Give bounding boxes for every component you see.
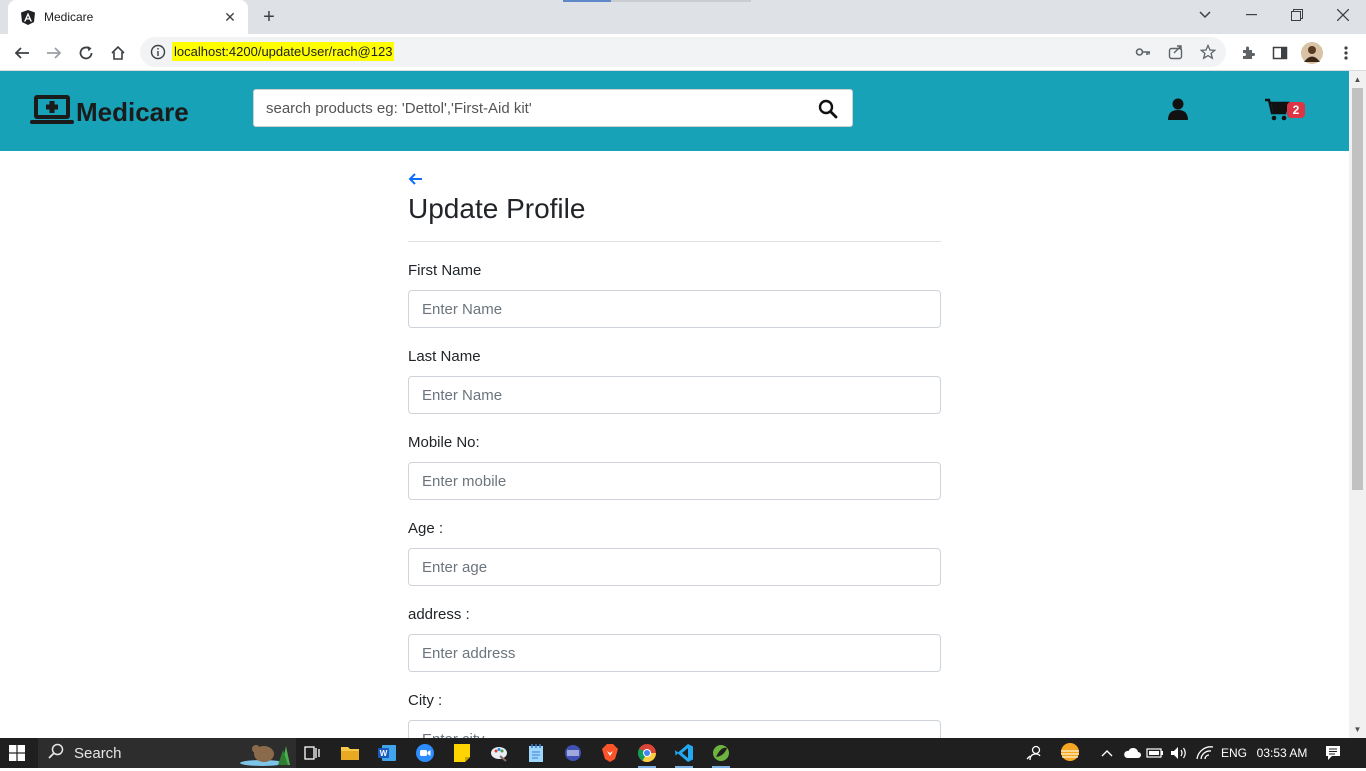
tab-title: Medicare	[44, 10, 94, 24]
arrow-left-icon[interactable]	[408, 171, 424, 187]
brand-logo[interactable]: Medicare	[30, 93, 189, 132]
tab-ghost-indicator	[611, 0, 751, 2]
clock-time[interactable]: 03:53 AM	[1254, 745, 1310, 761]
windows-start-icon[interactable]	[9, 745, 25, 761]
reload-icon[interactable]	[73, 40, 99, 66]
url-text[interactable]: localhost:4200/updateUser/rach@123	[172, 42, 395, 61]
search-highlight-icon	[238, 740, 294, 771]
title-divider	[408, 241, 941, 242]
extensions-icon[interactable]	[1235, 40, 1261, 66]
app-header: Medicare 2	[0, 71, 1349, 151]
cart-button[interactable]: 2	[1265, 98, 1305, 122]
angular-favicon-icon	[20, 9, 36, 25]
scroll-thumb[interactable]	[1352, 88, 1363, 490]
paint-icon[interactable]	[488, 742, 510, 764]
brave-browser-icon[interactable]	[599, 742, 621, 764]
bookmark-star-icon[interactable]	[1199, 43, 1217, 60]
city-label: City :	[408, 692, 443, 709]
vscode-icon[interactable]	[673, 742, 695, 768]
browser-tabstrip: Medicare ✕ +	[0, 0, 1366, 34]
restore-button[interactable]	[1274, 0, 1320, 30]
age-label: Age :	[408, 520, 444, 537]
cart-count-badge: 2	[1287, 102, 1305, 118]
key-icon[interactable]	[1135, 44, 1151, 60]
svg-text:W: W	[380, 749, 388, 758]
file-explorer-icon[interactable]	[339, 742, 361, 764]
people-icon[interactable]	[1025, 745, 1043, 761]
search-input[interactable]	[266, 90, 806, 126]
address-label: address :	[408, 606, 470, 623]
page-scrollbar[interactable]: ▲ ▼	[1349, 71, 1366, 738]
wifi-icon[interactable]	[1196, 745, 1214, 761]
last-name-field[interactable]	[408, 376, 941, 414]
share-icon[interactable]	[1168, 44, 1184, 60]
volume-icon[interactable]	[1170, 745, 1188, 761]
scroll-up-icon[interactable]: ▲	[1353, 75, 1362, 84]
taskbar-search[interactable]: Search	[38, 738, 296, 768]
task-view-icon[interactable]	[301, 742, 323, 764]
home-icon[interactable]	[105, 40, 131, 66]
tab-drag-indicator	[563, 0, 611, 2]
medical-laptop-icon	[30, 93, 74, 132]
address-field[interactable]	[408, 634, 941, 672]
first-name-field[interactable]	[408, 290, 941, 328]
back-nav-icon[interactable]	[9, 40, 35, 66]
battery-icon[interactable]	[1146, 745, 1164, 761]
scroll-down-icon[interactable]: ▼	[1353, 725, 1362, 734]
mobile-field[interactable]	[408, 462, 941, 500]
spring-tool-icon[interactable]	[710, 742, 732, 768]
last-name-label: Last Name	[408, 348, 481, 365]
chrome-icon[interactable]	[636, 742, 658, 768]
search-icon	[48, 743, 64, 764]
show-hidden-icons-chevron-icon[interactable]	[1100, 745, 1114, 761]
browser-menu-icon[interactable]	[1333, 40, 1359, 66]
zoom-icon[interactable]	[414, 742, 436, 764]
close-window-button[interactable]	[1320, 0, 1366, 30]
input-language[interactable]: ENG	[1220, 745, 1248, 761]
forward-nav-icon[interactable]	[41, 40, 67, 66]
browser-tab[interactable]: Medicare ✕	[8, 0, 248, 34]
mobile-label: Mobile No:	[408, 434, 480, 451]
tab-close-icon[interactable]: ✕	[222, 9, 238, 26]
notifications-icon[interactable]	[1324, 745, 1342, 761]
page-title: Update Profile	[408, 193, 586, 224]
side-panel-icon[interactable]	[1267, 40, 1293, 66]
sticky-notes-icon[interactable]	[451, 742, 473, 764]
product-search	[253, 89, 853, 127]
brand-name: Medicare	[76, 97, 189, 127]
user-icon[interactable]	[1167, 98, 1189, 120]
notepad-icon[interactable]	[525, 742, 547, 764]
terminal-app-icon[interactable]	[562, 742, 584, 764]
weather-icon[interactable]	[1057, 741, 1083, 763]
age-field[interactable]	[408, 548, 941, 586]
minimize-button[interactable]	[1228, 0, 1274, 30]
search-icon[interactable]	[818, 99, 838, 119]
site-info-icon[interactable]	[150, 44, 166, 60]
first-name-label: First Name	[408, 262, 482, 279]
profile-avatar[interactable]	[1299, 40, 1325, 66]
new-tab-button[interactable]: +	[258, 6, 280, 28]
onedrive-cloud-icon[interactable]	[1123, 745, 1141, 761]
word-icon[interactable]: W	[376, 742, 398, 764]
windows-taskbar: Search W ENG 03:53 AM	[0, 738, 1366, 768]
taskbar-search-label: Search	[74, 744, 122, 762]
tab-search-chevron-icon[interactable]	[1182, 0, 1228, 30]
